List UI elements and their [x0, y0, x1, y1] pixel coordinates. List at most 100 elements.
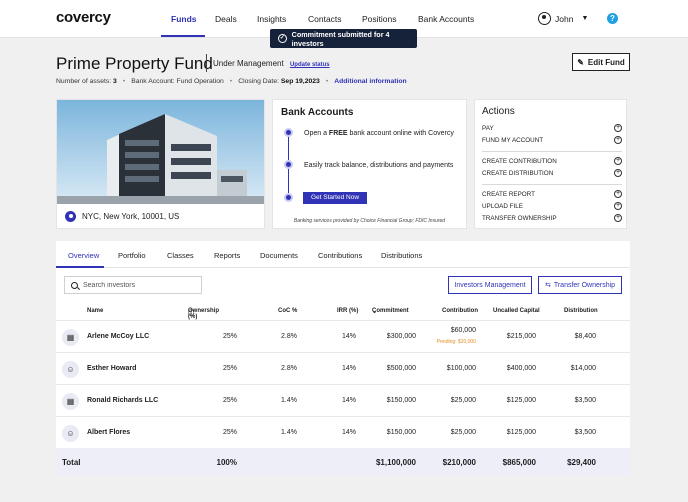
action-transfer-ownership[interactable]: TRANSFER OWNERSHIP + [482, 214, 622, 222]
investors-management-button[interactable]: Investors Management [448, 276, 532, 294]
table-row[interactable]: ▦ Arlene McCoy LLC 25% 2.8% 14% $300,000… [56, 320, 630, 352]
contribution-value: $25,000 [450, 429, 476, 436]
transfer-icon: ⇆ [544, 282, 551, 289]
plus-circle-icon: + [614, 214, 622, 222]
step-track-balance: Easily track balance, distributions and … [304, 162, 454, 169]
action-pay[interactable]: PAY + [482, 124, 622, 132]
search-investors[interactable] [64, 276, 202, 294]
investor-name[interactable]: Arlene McCoy LLC [87, 333, 149, 340]
toast-message: Commitment submitted for 4 investors [291, 29, 390, 48]
nav-bank-accounts[interactable]: Bank Accounts [418, 14, 474, 24]
step-dot [284, 128, 293, 137]
table-row[interactable]: ☺ Esther Howard 25% 2.8% 14% $500,000 $1… [56, 352, 630, 384]
plus-circle-icon: + [614, 169, 622, 177]
step-dot [284, 160, 293, 169]
search-input[interactable] [83, 281, 193, 289]
col-irr[interactable]: IRR (%) [337, 308, 358, 314]
tab-portfolio[interactable]: Portfolio [118, 251, 146, 260]
pencil-icon: ✎ [577, 57, 584, 67]
plus-circle-icon: + [614, 124, 622, 132]
info-icon: ⓘ [188, 311, 195, 317]
plus-circle-icon: + [614, 202, 622, 210]
chevron-down-icon: ▼ [581, 15, 589, 22]
help-icon[interactable]: ? [607, 13, 618, 24]
col-contribution[interactable]: Contribution [442, 308, 478, 314]
nav-funds[interactable]: Funds [171, 14, 197, 24]
commitment-value: $300,000 [386, 333, 416, 340]
total-commitment: $1,100,000 [375, 458, 416, 467]
coc-value: 1.4% [281, 397, 297, 404]
nav-insights[interactable]: Insights [257, 14, 286, 24]
table-total-row: Total 100% $1,100,000 $210,000 $865,000 … [56, 448, 630, 476]
commitment-value: $500,000 [386, 365, 416, 372]
fund-status: Under Management Update status [213, 59, 330, 68]
location-text: NYC, New York, 10001, US [82, 212, 180, 221]
step-open-account: Open a FREE bank account online with Cov… [304, 130, 454, 137]
investor-name[interactable]: Ronald Richards LLC [87, 397, 158, 404]
company-icon: ▦ [62, 329, 79, 346]
user-menu[interactable]: John ▼ [538, 12, 588, 25]
investor-name[interactable]: Albert Flores [87, 429, 130, 436]
action-fund-my-account[interactable]: FUND MY ACCOUNT + [482, 136, 622, 144]
update-status-link[interactable]: Update status [290, 62, 330, 68]
status-text: Under Management [213, 59, 284, 68]
table-row[interactable]: ☺ Albert Flores 25% 1.4% 14% $150,000 $2… [56, 416, 630, 448]
fund-details-panel: Overview Portfolio Classes Reports Docum… [56, 241, 630, 476]
col-name[interactable]: Name [87, 308, 103, 314]
assets-count: Number of assets: 3 [56, 78, 117, 85]
distribution-value: $3,500 [574, 429, 596, 436]
user-avatar-icon [538, 12, 551, 25]
meta-separator: • [325, 78, 329, 85]
coc-value: 1.4% [281, 429, 297, 436]
coc-value: 2.8% [281, 333, 297, 340]
uncalled-value: $125,000 [506, 397, 536, 404]
transfer-ownership-button[interactable]: ⇆ Transfer Ownership [538, 276, 622, 294]
actions-card: Actions PAY + FUND MY ACCOUNT + CREATE CON… [474, 99, 627, 229]
tab-overview[interactable]: Overview [68, 251, 99, 260]
bank-account-info: Bank Account: Fund Operation [131, 78, 224, 85]
contribution-value: $60,000 [450, 327, 476, 334]
col-coc[interactable]: CoC % [278, 308, 297, 314]
uncalled-value: $400,000 [506, 365, 536, 372]
distribution-value: $14,000 [570, 365, 596, 372]
bank-accounts-card: Bank Accounts Open a FREE bank account o… [272, 99, 467, 229]
table-row[interactable]: ▦ Ronald Richards LLC 25% 1.4% 14% $150,… [56, 384, 630, 416]
total-uncalled: $865,000 [502, 458, 536, 467]
edit-fund-button[interactable]: ✎ Edit Fund [572, 53, 630, 71]
edit-fund-label: Edit Fund [587, 57, 625, 67]
additional-info-link[interactable]: Additional information [334, 78, 407, 85]
tab-reports[interactable]: Reports [214, 251, 240, 260]
check-circle-icon: ✓ [278, 34, 287, 43]
irr-value: 14% [341, 365, 356, 372]
property-photo [57, 100, 264, 204]
col-uncalled-capital[interactable]: Uncalled Capital [493, 308, 540, 314]
col-distribution[interactable]: Distribution [564, 308, 598, 314]
tab-distributions[interactable]: Distributions [381, 251, 422, 260]
action-create-distribution[interactable]: CREATE DISTRIBUTION + [482, 169, 622, 177]
company-icon: ▦ [62, 393, 79, 410]
table-header: Name Ownership (%) ⓘ CoC % IRR (%) Commi… [87, 308, 598, 320]
banking-disclaimer: Banking services provided by Choice Fina… [293, 218, 446, 224]
nav-contacts[interactable]: Contacts [308, 14, 342, 24]
investor-name[interactable]: Esther Howard [87, 365, 136, 372]
ownership-value: 25% [222, 429, 237, 436]
tab-contributions[interactable]: Contributions [318, 251, 362, 260]
tab-documents[interactable]: Documents [260, 251, 298, 260]
total-contribution: $210,000 [442, 458, 476, 467]
location-pin-icon [65, 211, 76, 222]
get-started-button[interactable]: Get Started Now [303, 192, 367, 204]
actions-title: Actions [482, 106, 515, 117]
action-create-report[interactable]: CREATE REPORT + [482, 190, 622, 198]
nav-positions[interactable]: Positions [362, 14, 397, 24]
nav-deals[interactable]: Deals [215, 14, 237, 24]
tab-classes[interactable]: Classes [167, 251, 194, 260]
property-location: NYC, New York, 10001, US [65, 211, 179, 222]
action-upload-file[interactable]: UPLOAD FILE + [482, 202, 622, 210]
irr-value: 14% [341, 397, 356, 404]
contribution-value: $25,000 [450, 397, 476, 404]
action-create-contribution[interactable]: CREATE CONTRIBUTION + [482, 157, 622, 165]
covercy-logo[interactable]: covercy [56, 9, 111, 26]
ownership-value: 25% [222, 397, 237, 404]
distribution-value: $3,500 [574, 397, 596, 404]
commitment-value: $150,000 [386, 397, 416, 404]
